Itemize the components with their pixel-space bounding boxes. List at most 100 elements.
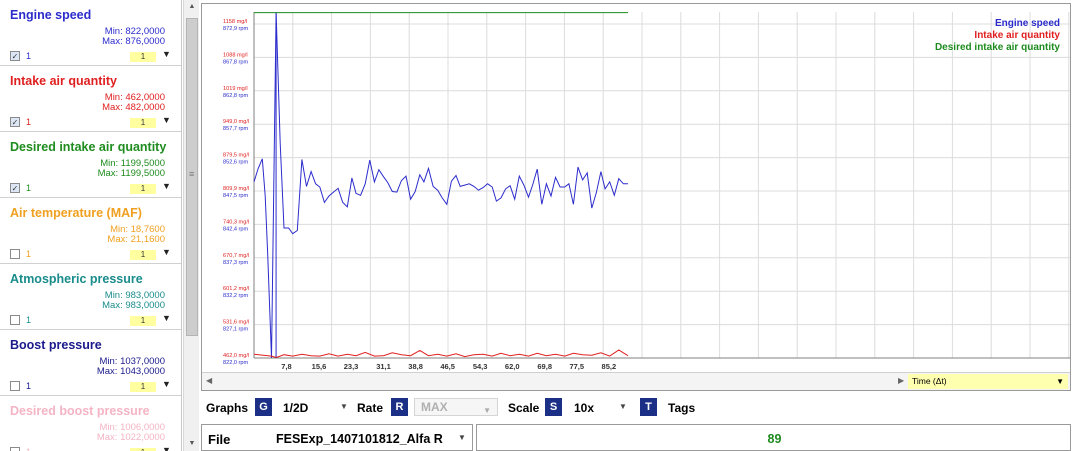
tags-key-button[interactable]: T (640, 398, 657, 416)
channel-max: Max: 983,0000 (102, 300, 165, 311)
x-tick-label: 62,0 (505, 362, 520, 371)
chevron-down-icon[interactable]: ▼ (162, 445, 171, 451)
x-tick-label: 46,5 (440, 362, 455, 371)
rate-label: Rate (357, 401, 384, 415)
x-tick-label: 54,3 (473, 362, 488, 371)
y-tick-label-rpm: 852,6 rpm (223, 160, 249, 166)
legend-entry: Engine speed (994, 18, 1060, 29)
y-tick-label-rpm: 872,9 rpm (223, 26, 249, 32)
channel-max: Max: 21,1600 (107, 234, 165, 245)
graphs-value-select[interactable]: 1/2D (283, 401, 308, 415)
channel-visible-checkbox[interactable] (10, 315, 20, 325)
scale-key-button[interactable]: S (545, 398, 562, 416)
app-window: Engine speed Min: 822,0000 Max: 876,0000 ✓ 1… (0, 0, 1074, 451)
rate-key-button[interactable]: R (391, 398, 408, 416)
y-tick-label-air: 462,0 mg/l (223, 353, 249, 359)
graphs-key-button[interactable]: G (255, 398, 272, 416)
channel-item[interactable]: Boost pressure Min: 1037,0000 Max: 1043,00… (0, 330, 181, 396)
channel-name: Air temperature (MAF) (10, 206, 142, 220)
channel-item[interactable]: Desired intake air quantity Min: 1199,500… (0, 132, 181, 198)
chevron-down-icon[interactable]: ▼ (1056, 374, 1064, 389)
channel-visible-checkbox[interactable] (10, 447, 20, 451)
x-tick-label: 31,1 (376, 362, 391, 371)
chevron-down-icon[interactable]: ▼ (483, 403, 491, 419)
y-tick-label-air: 949,0 mg/l (223, 119, 249, 125)
channel-visible-checkbox[interactable]: ✓ (10, 183, 20, 193)
channel-item[interactable]: Air temperature (MAF) Min: 18,7600 Max: 21… (0, 198, 181, 264)
line-chart: 1158 mg/l872,9 rpm 1088 mg/l867,8 rpm 1019… (223, 12, 1070, 371)
y-tick-label-rpm: 847,5 rpm (223, 193, 249, 199)
channel-name: Engine speed (10, 8, 92, 22)
chevron-down-icon[interactable]: ▼ (162, 247, 171, 257)
channel-max: Max: 482,0000 (102, 102, 165, 113)
channel-item[interactable]: Atmospheric pressure Min: 983,0000 Max: 98… (0, 264, 181, 330)
chevron-down-icon[interactable]: ▼ (162, 115, 171, 125)
chart-horizontal-scrollbar[interactable]: ◀ ▶ Time (Δt) ▼ (202, 372, 1070, 390)
x-axis-select[interactable]: Time (Δt) ▼ (908, 374, 1068, 389)
y-tick-label-rpm: 842,4 rpm (223, 226, 249, 232)
scale-label: Scale (508, 401, 540, 415)
arrow-left-icon[interactable]: ◀ (206, 376, 212, 385)
scale-value-select[interactable]: 10x (574, 401, 594, 415)
channel-count: 1 (26, 447, 31, 451)
channel-visible-checkbox[interactable] (10, 249, 20, 259)
chevron-down-icon[interactable]: ▼ (340, 402, 348, 411)
channel-count: 1 (26, 381, 32, 391)
y-tick-label-rpm: 832,2 rpm (223, 293, 249, 299)
channel-list: Engine speed Min: 822,0000 Max: 876,0000 ✓ 1… (0, 0, 182, 451)
y-tick-label-air: 1158 mg/l (223, 19, 247, 25)
y-tick-label-air: 809,9 mg/l (223, 186, 249, 192)
channel-color-swatch[interactable]: 1 (130, 184, 156, 194)
channel-color-swatch[interactable]: 1 (130, 382, 156, 392)
y-tick-label-air: 740,3 mg/l (223, 219, 249, 225)
channel-count: 1 (26, 315, 32, 325)
chevron-down-icon[interactable]: ▼ (458, 433, 466, 442)
channel-max: Max: 876,0000 (102, 36, 165, 47)
y-tick-label-rpm: 867,8 rpm (223, 59, 249, 65)
y-tick-label-air: 531,6 mg/l (223, 320, 249, 326)
x-tick-label: 38,8 (408, 362, 423, 371)
channel-name: Desired intake air quantity (10, 140, 167, 154)
y-tick-label-rpm: 857,7 rpm (223, 126, 249, 132)
channel-name: Boost pressure (10, 338, 102, 352)
chevron-down-icon[interactable]: ▼ (619, 402, 627, 411)
channel-count: 1 (26, 183, 32, 193)
current-value-box: 89 (476, 424, 1071, 451)
chart-panel: 1158 mg/l 872,9 rpm 1088 mg/l 867,8 rpm 1019… (201, 3, 1071, 391)
chevron-down-icon[interactable]: ▼ (162, 379, 171, 389)
chevron-down-icon[interactable]: ▼ (162, 181, 171, 191)
graphs-label: Graphs (206, 401, 249, 415)
chevron-down-icon[interactable]: ▼ (162, 313, 171, 323)
file-selector[interactable]: File FESExp_1407101812_Alfa R ▼ (201, 424, 473, 451)
rate-select-value: MAX (421, 400, 448, 414)
series-line (253, 12, 628, 359)
channel-visible-checkbox[interactable]: ✓ (10, 51, 20, 61)
channel-list-scrollbar[interactable]: ▲ ≡ ▼ (183, 0, 199, 451)
channel-color-swatch[interactable]: 1 (130, 250, 156, 260)
arrow-down-icon[interactable]: ▼ (184, 437, 200, 451)
x-tick-label: 15,6 (312, 362, 327, 371)
channel-name: Intake air quantity (10, 74, 117, 88)
legend-entry: Desired intake air quantity (934, 42, 1060, 53)
file-label: File (208, 432, 231, 447)
channel-color-swatch[interactable]: 1 (130, 52, 156, 62)
check-icon: ✓ (11, 184, 19, 193)
file-name-select[interactable]: FESExp_1407101812_Alfa R (276, 432, 443, 446)
channel-max: Max: 1022,0000 (96, 432, 165, 443)
arrow-up-icon[interactable]: ▲ (184, 0, 200, 14)
x-tick-label: 85,2 (602, 362, 617, 371)
tags-label[interactable]: Tags (668, 401, 695, 415)
arrow-right-icon[interactable]: ▶ (898, 376, 904, 385)
channel-visible-checkbox[interactable] (10, 381, 20, 391)
channel-item[interactable]: Desired boost pressure Min: 1006,0000 Max:… (0, 396, 181, 451)
channel-color-swatch[interactable]: 1 (130, 118, 156, 128)
channel-item[interactable]: Intake air quantity Min: 462,0000 Max: 482… (0, 66, 181, 132)
chevron-down-icon[interactable]: ▼ (162, 49, 171, 59)
rate-select[interactable]: MAX ▼ (414, 398, 498, 416)
channel-item[interactable]: Engine speed Min: 822,0000 Max: 876,0000 ✓ 1… (0, 0, 181, 66)
channel-color-swatch[interactable]: 1 (130, 316, 156, 326)
channel-count: 1 (26, 51, 32, 61)
scrollbar-thumb[interactable]: ≡ (186, 18, 198, 336)
channel-name: Atmospheric pressure (10, 272, 143, 286)
channel-visible-checkbox[interactable]: ✓ (10, 117, 20, 127)
